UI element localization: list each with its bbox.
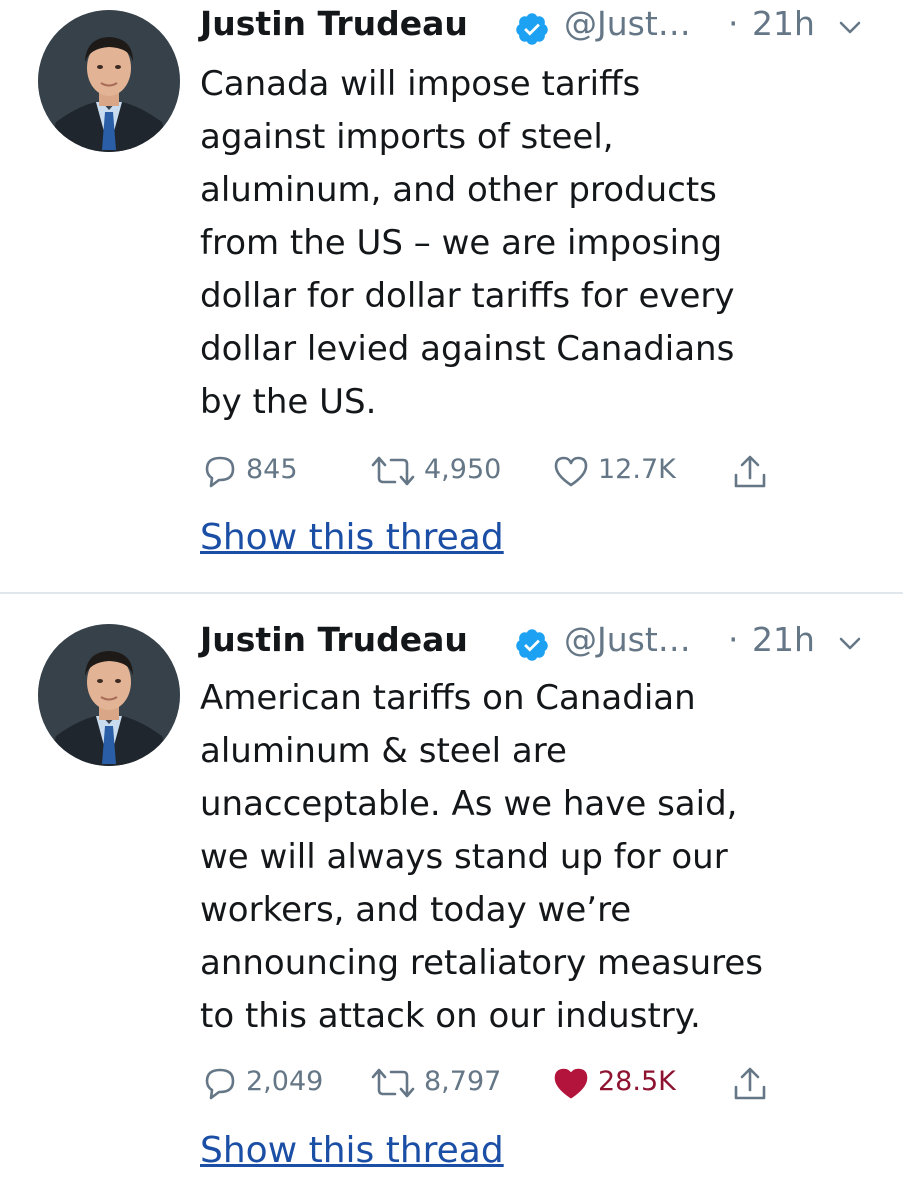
- avatar[interactable]: [38, 624, 180, 766]
- tweet-timestamp[interactable]: 21h: [752, 620, 815, 659]
- reply-count: 2,049: [246, 1066, 324, 1097]
- reply-icon: [205, 456, 235, 488]
- show-thread-link[interactable]: Show this thread: [200, 1130, 504, 1171]
- tweet-header: Justin Trudeau @Just… · 21h: [200, 620, 890, 670]
- show-thread-link[interactable]: Show this thread: [200, 517, 504, 558]
- separator-dot: ·: [728, 4, 739, 43]
- avatar[interactable]: [38, 10, 180, 152]
- tweet-text: American tariffs on Canadian aluminum & …: [200, 678, 763, 1036]
- avatar-image: [38, 624, 180, 766]
- retweet-count: 4,950: [424, 454, 502, 485]
- reply-icon: [205, 1068, 235, 1100]
- share-icon: [734, 455, 766, 488]
- author-handle[interactable]: @Just…: [564, 4, 691, 43]
- chevron-down-icon[interactable]: [838, 636, 862, 652]
- heart-icon: [554, 456, 588, 487]
- heart-icon: [554, 1068, 588, 1099]
- tweet-text: Canada will impose tariffs against impor…: [200, 64, 735, 422]
- retweet-count: 8,797: [424, 1066, 502, 1097]
- reply-count: 845: [246, 454, 298, 485]
- tweet-actions: 845 4,950 12.7K: [200, 450, 820, 494]
- share-icon: [734, 1067, 766, 1100]
- like-count: 28.5K: [598, 1066, 676, 1097]
- tweet-actions: 2,049 8,797 28.5K: [200, 1062, 820, 1106]
- tweet-timestamp[interactable]: 21h: [752, 4, 815, 43]
- author-name[interactable]: Justin Trudeau: [200, 4, 468, 43]
- author-handle[interactable]: @Just…: [564, 620, 691, 659]
- author-name[interactable]: Justin Trudeau: [200, 620, 468, 659]
- retweet-icon: [371, 1068, 415, 1098]
- avatar-image: [38, 10, 180, 152]
- verified-badge-icon: [516, 13, 548, 45]
- like-count: 12.7K: [598, 454, 676, 485]
- separator-dot: ·: [728, 620, 739, 659]
- chevron-down-icon[interactable]: [838, 20, 862, 36]
- retweet-icon: [371, 456, 415, 486]
- tweet-header: Justin Trudeau @Just… · 21h: [200, 4, 890, 54]
- verified-badge-icon: [516, 629, 548, 661]
